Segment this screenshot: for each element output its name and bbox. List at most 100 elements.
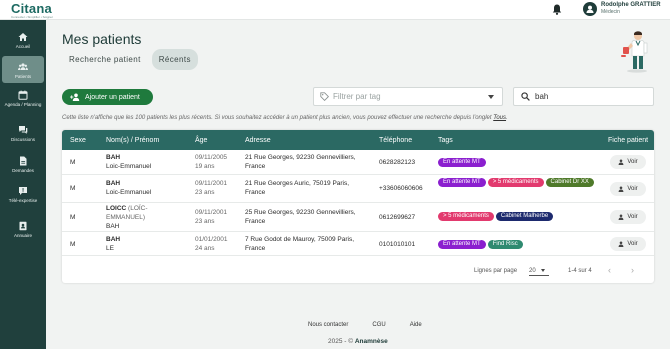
patient-lastname-line: LOICC (LOÏC-EMMANUEL) [106,204,186,222]
page-range: 1-4 sur 4 [568,268,592,274]
user-role: Médecin [601,9,620,15]
patient-lastname: BAH [106,236,121,243]
cell-nom: BAH Loic-Emmanuel [106,179,151,197]
patient-age: 23 ans [195,218,215,225]
top-bar: Citana Connecter • Simplifier • Soigner … [0,0,670,20]
cell-nom: LOICC (LOÏC-EMMANUEL) BAH [106,204,186,231]
header-age[interactable]: Âge [195,137,207,144]
tag-badge[interactable]: Cabinet Dr XX [545,178,594,187]
patient-age: 24 ans [195,245,215,252]
chevron-right-icon[interactable]: › [631,265,634,275]
table-row[interactable]: M BAH Loic-Emmanuel 09/11/2005 19 ans 21… [62,150,654,175]
tag-filter-select[interactable]: Filtrer par tag [313,87,503,106]
voir-button[interactable]: Voir [610,210,646,224]
info-message: Cette liste n'affiche que les 100 patien… [62,115,494,121]
chevron-left-icon[interactable]: ‹ [608,265,611,275]
patient-tabs: Recherche patient Récents [62,49,198,70]
header-sexe[interactable]: Sexe [70,137,86,144]
home-icon [18,33,28,41]
tous-link[interactable]: Tous [493,115,506,121]
table-row[interactable]: M BAH Loic-Emmanuel 09/11/2001 23 ans 21… [62,175,654,203]
footer-copyright: 2025 - © Anamnèse [328,338,388,345]
sidebar-item-accueil[interactable]: Accueil [2,30,44,52]
add-user-icon [70,93,80,101]
cell-nom: BAH Loic-Emmanuel [106,153,151,171]
user-icon [618,214,624,220]
patients-table: Sexe Nom(s) / Prénom Âge Adresse Télépho… [62,130,654,283]
rows-per-page-label: Lignes par page [474,268,518,274]
patient-firstname: Loic-Emmanuel [106,163,152,170]
sidebar: Accueil Patients Agenda / Planning Discu… [0,20,46,349]
cell-age: 09/11/2005 19 ans [195,153,227,171]
tag-badge[interactable]: > 5 médicaments [487,178,544,187]
app-logo[interactable]: Citana Connecter • Simplifier • Soigner [11,1,53,19]
search-input[interactable] [535,92,645,101]
add-patient-button[interactable]: Ajouter un patient [62,89,153,105]
patients-icon [18,63,28,70]
cell-age: 01/01/2001 24 ans [195,235,228,253]
add-patient-label: Ajouter un patient [85,93,140,101]
cell-sexe: M [70,185,76,192]
patient-firstname: LE [106,245,114,252]
search-icon [521,92,530,101]
chevron-down-icon [488,94,494,99]
logo-text: Citana [11,1,52,16]
sidebar-item-annuaire[interactable]: Annuaire [2,221,44,241]
table-header: Sexe Nom(s) / Prénom Âge Adresse Télépho… [62,130,654,150]
user-icon [618,186,624,192]
rows-per-page-value: 20 [529,267,536,274]
sidebar-item-label: Accueil [15,44,31,49]
header-fiche: Fiche patient [608,137,649,144]
cell-sexe: M [70,241,76,248]
tag-icon [320,92,329,101]
voir-button[interactable]: Voir [610,155,646,169]
tele-expertise-icon [19,187,27,195]
patient-firstname: BAH [106,223,120,230]
voir-button[interactable]: Voir [610,237,646,251]
sidebar-item-patients[interactable]: Patients [2,56,44,83]
tag-badge[interactable]: En attente MT [438,158,486,167]
user-menu[interactable]: Rodolphe GRATTIER Médecin [583,2,661,16]
tag-badge[interactable]: Cabinet Malherbe [495,212,554,221]
tag-badge[interactable]: Find Risc [487,240,523,249]
header-tags: Tags [438,137,453,144]
patient-lastname: BAH [106,154,121,161]
sidebar-item-label: Agenda / Planning [4,102,42,107]
table-row[interactable]: M BAH LE 01/01/2001 24 ans 7 Rue Godot d… [62,232,654,256]
tag-filter-placeholder: Filtrer par tag [333,92,381,101]
notification-bell-icon[interactable] [552,4,562,15]
tab-recherche-patient[interactable]: Recherche patient [62,49,148,70]
chevron-down-icon [540,269,545,272]
calendar-icon [18,90,28,100]
patient-firstname: Loic-Emmanuel [106,189,152,196]
tag-badge[interactable]: > 5 médicaments [438,212,494,221]
pagination: Lignes par page 20 1-4 sur 4 ‹ › [62,261,654,283]
sidebar-item-agenda[interactable]: Agenda / Planning [2,90,44,116]
cell-age: 09/11/2001 23 ans [195,208,227,226]
brand-name: Anamnèse [354,338,388,345]
footer-link-cgu[interactable]: CGU [372,322,385,328]
header-telephone[interactable]: Téléphone [379,137,412,144]
search-field[interactable] [513,87,654,106]
patient-lastname: LOICC [106,205,127,212]
cell-telephone: 0612699627 [379,214,416,221]
user-name: Rodolphe GRATTIER [601,2,661,8]
footer-link-aide[interactable]: Aide [410,322,422,328]
header-adresse[interactable]: Adresse [245,137,271,144]
sidebar-item-tele-expertise[interactable]: Télé-expertise [2,186,44,212]
footer-link-contact[interactable]: Nous contacter [308,322,348,328]
patient-age: 23 ans [195,189,215,196]
header-nom[interactable]: Nom(s) / Prénom [106,137,159,144]
voir-button[interactable]: Voir [610,182,646,196]
rows-per-page-select[interactable]: 20 [529,266,549,276]
page-title: Mes patients [62,31,142,47]
tag-badge[interactable]: En attente MT [438,178,486,187]
tab-recents[interactable]: Récents [151,49,198,70]
sidebar-item-demandes[interactable]: Demandes [2,156,44,176]
sidebar-item-discussions[interactable]: Discussions [2,125,44,145]
tag-badge[interactable]: En attente MT [438,240,486,249]
cell-telephone: 0101010101 [379,241,416,248]
cell-tags: > 5 médicaments Cabinet Malherbe [438,211,598,224]
table-row[interactable]: M LOICC (LOÏC-EMMANUEL) BAH 09/11/2001 2… [62,203,654,232]
voir-label: Voir [627,159,638,165]
